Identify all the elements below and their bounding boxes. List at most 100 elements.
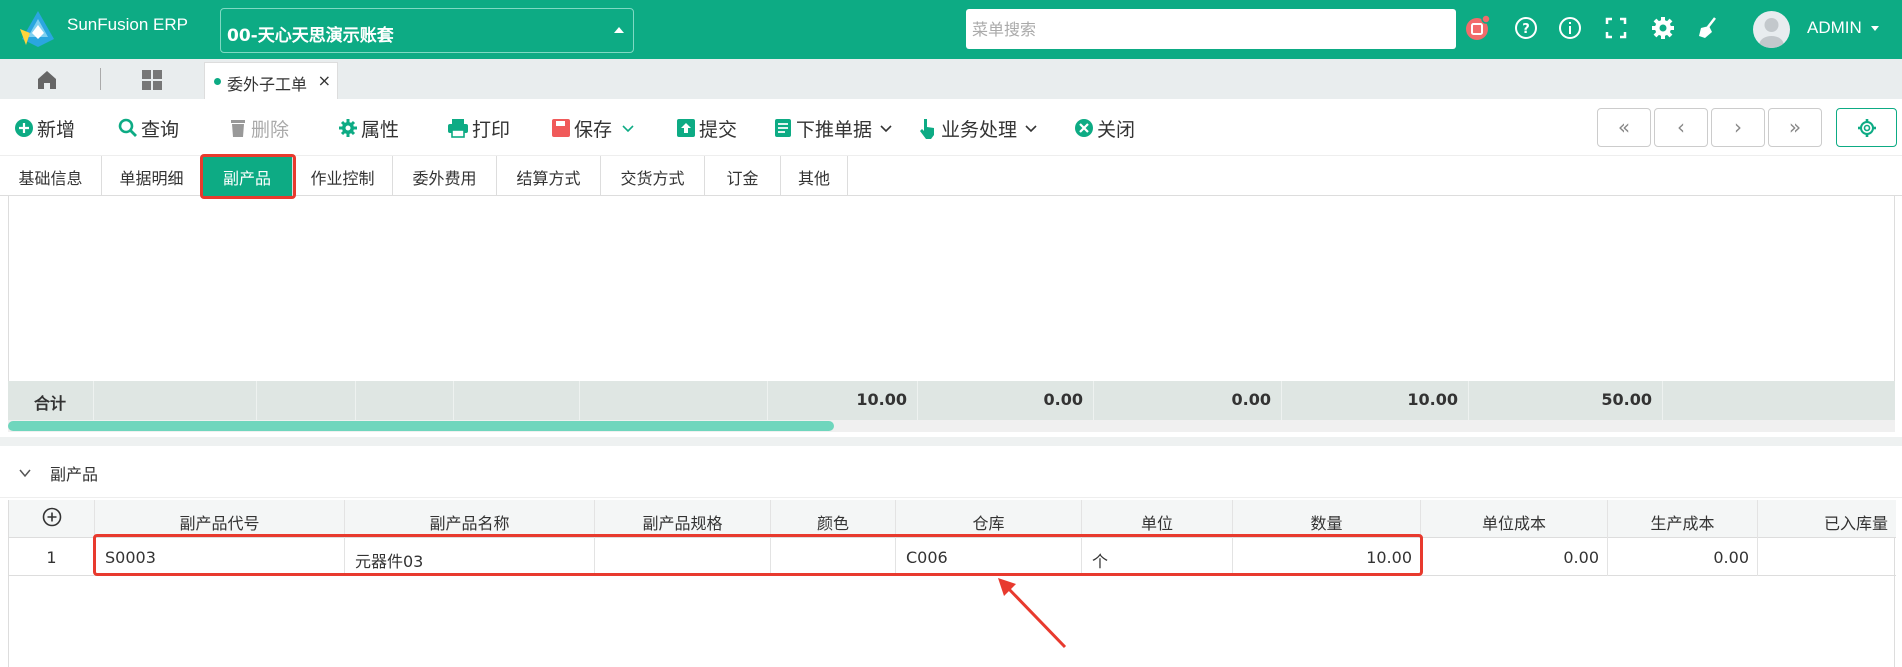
table-header: 副产品代号 副产品名称 副产品规格 颜色 仓库 单位 数量 单位成本 生产成本 … — [9, 500, 1896, 538]
properties-button[interactable]: 属性 — [338, 116, 399, 141]
broom-icon[interactable] — [1695, 14, 1723, 42]
cell-stocked-qty[interactable] — [1758, 538, 1896, 576]
col-header[interactable]: 副产品规格 — [595, 500, 771, 538]
col-header[interactable]: 仓库 — [896, 500, 1082, 538]
summary-cell — [94, 381, 257, 421]
tab-outsourcing-sub-order[interactable]: 委外子工单 × — [204, 62, 338, 99]
tab-divider — [100, 68, 101, 90]
notification-icon[interactable] — [1463, 14, 1491, 42]
cell-production-cost[interactable]: 0.00 — [1608, 538, 1758, 576]
business-process-button[interactable]: 业务处理 — [918, 116, 1042, 141]
active-dot-icon — [214, 78, 221, 85]
col-header[interactable]: 颜色 — [771, 500, 896, 538]
section-divider — [0, 437, 1902, 446]
help-icon[interactable]: ? — [1512, 14, 1540, 42]
push-down-button[interactable]: 下推单据 — [773, 116, 897, 141]
cell-unit-cost[interactable]: 0.00 — [1421, 538, 1608, 576]
summary-value: 0.00 — [1094, 381, 1282, 421]
col-header[interactable]: 生产成本 — [1608, 500, 1758, 538]
next-record-button[interactable]: › — [1711, 108, 1765, 147]
by-products-table: 副产品代号 副产品名称 副产品规格 颜色 仓库 单位 数量 单位成本 生产成本 … — [8, 500, 1896, 667]
summary-cell — [257, 381, 356, 421]
summary-row: 合计 10.00 0.00 0.00 10.00 50.00 — [8, 381, 1895, 421]
prev-record-button[interactable]: ‹ — [1654, 108, 1708, 147]
add-row-button[interactable] — [9, 500, 95, 538]
menu-search-input[interactable] — [966, 9, 1456, 49]
chevron-down-icon[interactable] — [18, 466, 32, 480]
summary-value: 0.00 — [918, 381, 1094, 421]
caret-down-icon[interactable] — [1871, 26, 1879, 31]
scrollbar-thumb[interactable] — [8, 421, 834, 431]
gear-icon[interactable] — [1649, 14, 1677, 42]
annotation-arrow-icon — [998, 578, 1067, 649]
highlight-box — [200, 154, 296, 199]
section-title: 副产品 — [50, 465, 99, 484]
highlight-box — [93, 534, 1423, 576]
new-button[interactable]: 新增 — [14, 116, 75, 141]
top-bar: SunFusion ERP 00-天心天思演示账套 ? AD — [0, 0, 1902, 59]
toolbar: 新增 查询 删除 属性 打印 保存 提交 下推单据 业务处理 关闭 « ‹ › — [0, 99, 1902, 156]
save-icon — [552, 119, 570, 137]
grid-icon[interactable] — [140, 68, 164, 92]
chevron-down-icon — [1025, 125, 1037, 133]
summary-value: 50.00 — [1469, 381, 1663, 421]
first-record-button[interactable]: « — [1597, 108, 1651, 147]
svg-text:?: ? — [1522, 22, 1530, 37]
tab-outsource-fee[interactable]: 委外费用 — [393, 156, 497, 196]
hand-pointer-icon — [920, 119, 934, 139]
tab-delivery[interactable]: 交货方式 — [601, 156, 705, 196]
row-number: 1 — [9, 538, 95, 576]
trash-icon — [231, 120, 245, 137]
query-button[interactable]: 查询 — [118, 116, 179, 141]
tab-label: 委外子工单 — [227, 75, 308, 94]
plus-circle-icon — [15, 119, 33, 137]
by-products-section-header[interactable]: 副产品 — [0, 449, 1902, 498]
home-icon[interactable] — [35, 68, 59, 92]
col-header[interactable]: 副产品名称 — [345, 500, 595, 538]
tab-strip: 委外子工单 × — [0, 59, 1902, 99]
fullscreen-icon[interactable] — [1602, 14, 1630, 42]
user-name[interactable]: ADMIN — [1807, 18, 1862, 38]
org-select-value: 00-天心天思演示账套 — [227, 26, 394, 46]
avatar[interactable] — [1753, 11, 1790, 48]
close-circle-icon — [1075, 119, 1093, 137]
document-icon — [775, 119, 791, 137]
col-header[interactable]: 已入库量 — [1758, 500, 1896, 538]
chevron-down-icon[interactable] — [620, 120, 636, 136]
search-icon — [118, 118, 137, 137]
tab-settlement[interactable]: 结算方式 — [497, 156, 601, 196]
summary-cell — [454, 381, 580, 421]
app-brand: SunFusion ERP — [67, 15, 188, 34]
delete-button[interactable]: 删除 — [228, 116, 289, 141]
tab-basic-info[interactable]: 基础信息 — [0, 156, 102, 196]
col-header[interactable]: 单位成本 — [1421, 500, 1608, 538]
info-icon[interactable] — [1556, 14, 1584, 42]
summary-value: 10.00 — [768, 381, 918, 421]
col-header[interactable]: 单位 — [1082, 500, 1233, 538]
summary-label: 合计 — [8, 381, 94, 421]
settings-button[interactable] — [1836, 108, 1897, 147]
printer-icon — [448, 119, 468, 138]
summary-cell — [580, 381, 768, 421]
plus-circle-icon — [42, 507, 61, 527]
close-button[interactable]: 关闭 — [1074, 116, 1135, 141]
print-button[interactable]: 打印 — [447, 116, 510, 141]
org-select[interactable]: 00-天心天思演示账套 — [220, 8, 634, 53]
close-tab-icon[interactable]: × — [318, 71, 331, 90]
summary-value: 10.00 — [1282, 381, 1469, 421]
user-icon — [1759, 18, 1784, 48]
gear-outline-icon — [1858, 119, 1876, 137]
last-record-button[interactable]: » — [1768, 108, 1822, 147]
tab-deposit[interactable]: 订金 — [705, 156, 781, 196]
tab-other[interactable]: 其他 — [781, 156, 848, 196]
tab-operation-control[interactable]: 作业控制 — [293, 156, 393, 196]
summary-cell — [356, 381, 454, 421]
save-button[interactable]: 保存 — [551, 116, 639, 141]
horizontal-scrollbar[interactable] — [8, 420, 1895, 432]
col-header[interactable]: 副产品代号 — [95, 500, 345, 538]
chevron-down-icon — [880, 125, 892, 133]
caret-up-icon — [614, 27, 624, 33]
submit-button[interactable]: 提交 — [676, 116, 737, 141]
tab-doc-details[interactable]: 单据明细 — [102, 156, 202, 196]
col-header[interactable]: 数量 — [1233, 500, 1421, 538]
